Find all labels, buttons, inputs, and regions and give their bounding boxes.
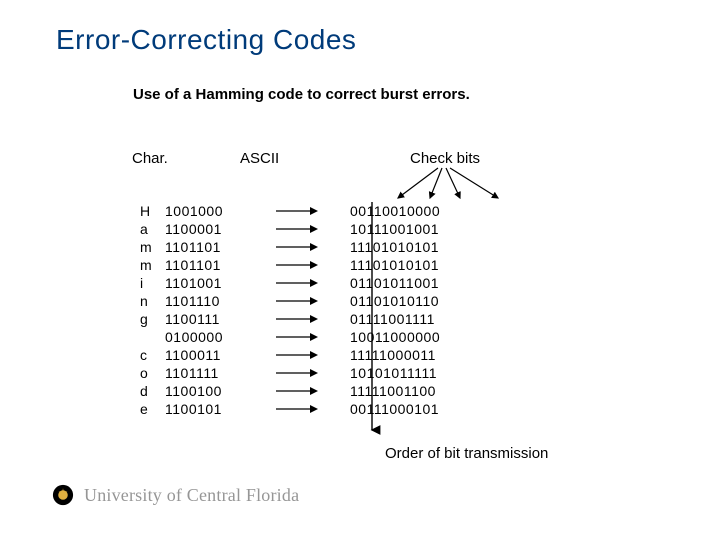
cell-check: 01111001111	[320, 311, 460, 327]
row-arrow-icon	[270, 364, 320, 382]
cell-char: c	[110, 347, 140, 363]
cell-ascii: 0100000	[140, 329, 270, 345]
table-row: m1101101 11101010101	[110, 256, 460, 274]
row-arrow-icon	[270, 238, 320, 256]
table-row: o1101111 10101011111	[110, 364, 460, 382]
row-arrow-icon	[270, 220, 320, 238]
cell-check: 10111001001	[320, 221, 460, 237]
table-row: H1001000 00110010000	[110, 202, 460, 220]
cell-char: i	[110, 275, 140, 291]
table-row: i1101001 01101011001	[110, 274, 460, 292]
cell-ascii: 1101101	[140, 257, 270, 273]
row-arrow-icon	[270, 274, 320, 292]
cell-ascii: 1100101	[140, 401, 270, 417]
cell-ascii: 1101101	[140, 239, 270, 255]
cell-check: 11111001100	[320, 383, 460, 399]
university-name: University of Central Florida	[84, 485, 299, 506]
cell-check: 11111000011	[320, 347, 460, 363]
cell-char: o	[110, 365, 140, 381]
table-row: m1101101 11101010101	[110, 238, 460, 256]
cell-char: d	[110, 383, 140, 399]
cell-char: g	[110, 311, 140, 327]
cell-ascii: 1101111	[140, 365, 270, 381]
footer: University of Central Florida	[52, 484, 299, 506]
row-arrow-icon	[270, 292, 320, 310]
slide: Error-Correcting Codes Use of a Hamming …	[0, 0, 720, 540]
slide-subtitle: Use of a Hamming code to correct burst e…	[133, 86, 470, 103]
data-rows: H100100000110010000a110000110111001001m1…	[110, 202, 460, 418]
cell-check: 11101010101	[320, 257, 460, 273]
cell-check: 10101011111	[320, 365, 460, 381]
ucf-logo-icon	[52, 484, 74, 506]
cell-check: 00111000101	[320, 401, 460, 417]
cell-ascii: 1100011	[140, 347, 270, 363]
cell-char: m	[110, 239, 140, 255]
table-row: d1100100 11111001100	[110, 382, 460, 400]
cell-ascii: 1101110	[140, 293, 270, 309]
cell-check: 00110010000	[320, 203, 460, 219]
table-row: 0100000 10011000000	[110, 328, 460, 346]
cell-check: 01101011001	[320, 275, 460, 291]
cell-char: n	[110, 293, 140, 309]
cell-check: 01101010110	[320, 293, 460, 309]
table-row: e1100101 00111000101	[110, 400, 460, 418]
row-arrow-icon	[270, 310, 320, 328]
cell-char: e	[110, 401, 140, 417]
col-header-ascii: ASCII	[240, 150, 279, 167]
row-arrow-icon	[270, 256, 320, 274]
check-bits-arrows	[380, 164, 520, 204]
row-arrow-icon	[270, 382, 320, 400]
caption-order: Order of bit transmission	[385, 445, 548, 462]
row-arrow-icon	[270, 328, 320, 346]
table-row: g1100111 01111001111	[110, 310, 460, 328]
cell-ascii: 1001000	[140, 203, 270, 219]
cell-check: 10011000000	[320, 329, 460, 345]
cell-ascii: 1100001	[140, 221, 270, 237]
cell-char: m	[110, 257, 140, 273]
col-header-char: Char.	[132, 150, 168, 167]
table-row: c1100011 11111000011	[110, 346, 460, 364]
cell-ascii: 1100111	[140, 311, 270, 327]
cell-check: 11101010101	[320, 239, 460, 255]
slide-title: Error-Correcting Codes	[56, 24, 356, 56]
cell-char: H	[110, 203, 140, 219]
table-row: a1100001 10111001001	[110, 220, 460, 238]
table-row: n1101110 01101010110	[110, 292, 460, 310]
row-arrow-icon	[270, 400, 320, 418]
row-arrow-icon	[270, 346, 320, 364]
row-arrow-icon	[270, 202, 320, 220]
cell-ascii: 1100100	[140, 383, 270, 399]
cell-ascii: 1101001	[140, 275, 270, 291]
cell-char: a	[110, 221, 140, 237]
